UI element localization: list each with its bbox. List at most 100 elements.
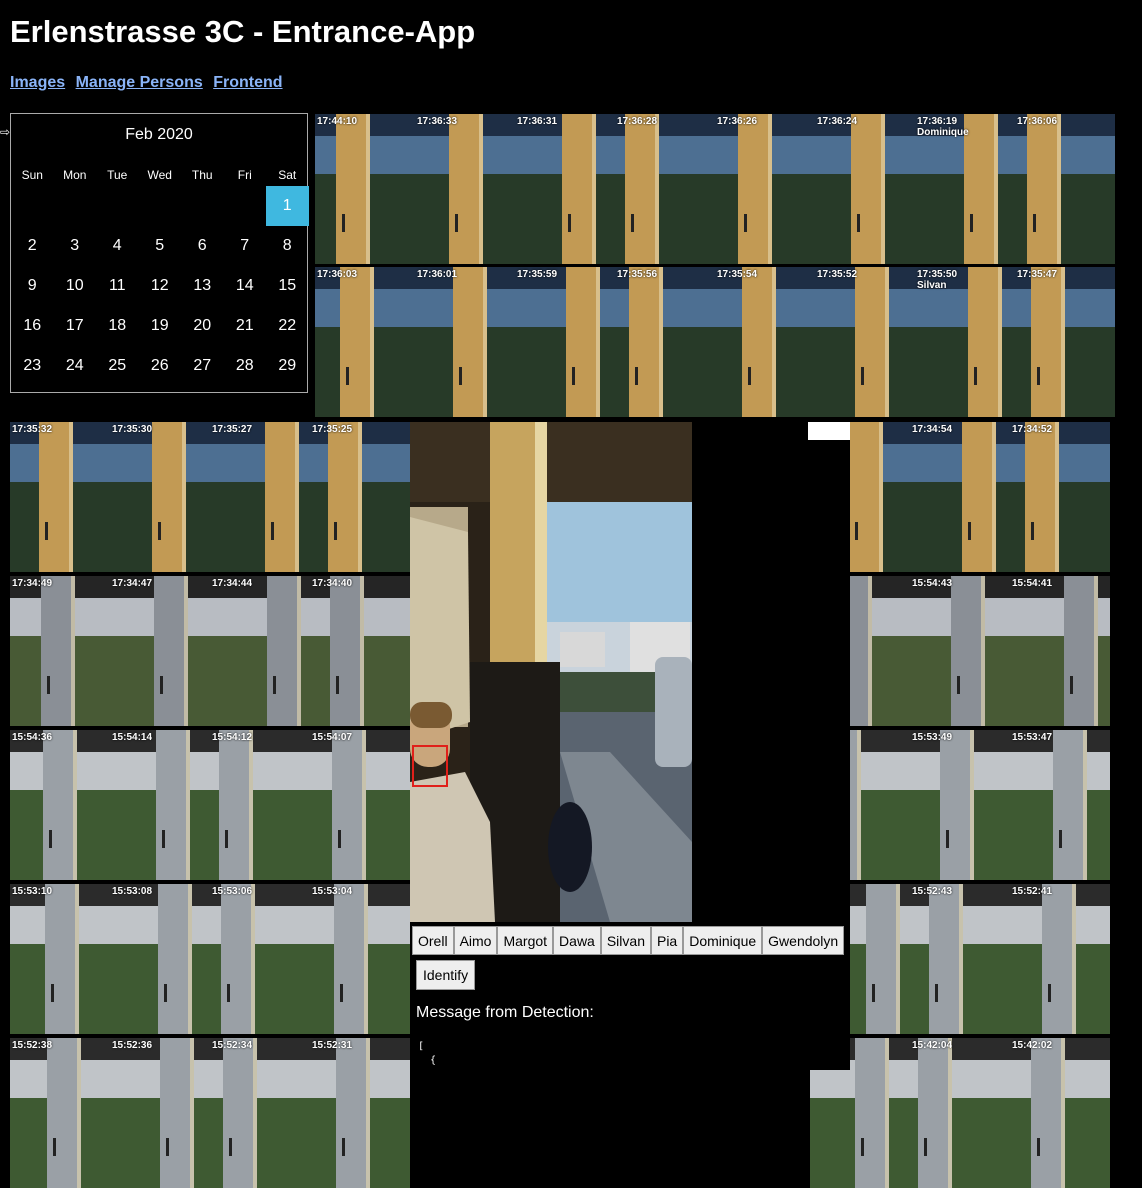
image-thumbnail[interactable]: 17:34:40	[310, 576, 410, 726]
image-thumbnail[interactable]: 17:35:59	[515, 267, 615, 417]
calendar-day[interactable]: 20	[181, 306, 224, 346]
calendar-day[interactable]: 13	[181, 266, 224, 306]
image-thumbnail[interactable]: 17:35:47	[1015, 267, 1115, 417]
image-thumbnail[interactable]: 17:34:47	[110, 576, 210, 726]
calendar-day[interactable]: 21	[224, 306, 267, 346]
calendar-day[interactable]: 16	[11, 306, 54, 346]
image-thumbnail[interactable]: 17:36:24	[815, 114, 915, 264]
image-thumbnail[interactable]: 17:36:28	[615, 114, 715, 264]
calendar-day[interactable]: 4	[96, 226, 139, 266]
image-thumbnail[interactable]: 17:36:33	[415, 114, 515, 264]
calendar-empty-cell	[181, 186, 224, 226]
calendar-day[interactable]: 22	[266, 306, 309, 346]
image-thumbnail[interactable]: 17:36:31	[515, 114, 615, 264]
image-thumbnail[interactable]: 15:53:47	[1010, 730, 1110, 880]
calendar-day[interactable]: 25	[96, 346, 139, 386]
image-thumbnail[interactable]: 15:54:41	[1010, 576, 1110, 726]
image-thumbnail[interactable]: 15:52:34	[210, 1038, 310, 1188]
thumbnail-photo	[715, 267, 815, 417]
thumbnail-timestamp: 15:54:07	[312, 732, 353, 743]
calendar-day[interactable]: 24	[54, 346, 97, 386]
calendar-day[interactable]: 19	[139, 306, 182, 346]
calendar-day[interactable]: 7	[224, 226, 267, 266]
calendar-day[interactable]: 6	[181, 226, 224, 266]
image-thumbnail[interactable]: 17:36:03	[315, 267, 415, 417]
person-button-pia[interactable]: Pia	[650, 926, 684, 955]
image-thumbnail[interactable]: 17:35:50 Silvan	[915, 267, 1015, 417]
image-thumbnail[interactable]: 15:52:31	[310, 1038, 410, 1188]
image-thumbnail[interactable]: 17:34:44	[210, 576, 310, 726]
nav-link-images[interactable]: Images	[10, 74, 65, 91]
calendar-day[interactable]: 14	[224, 266, 267, 306]
nav-link-manage-persons[interactable]: Manage Persons	[76, 74, 203, 91]
image-thumbnail[interactable]: 15:53:06	[210, 884, 310, 1034]
image-thumbnail[interactable]: 15:53:10	[10, 884, 110, 1034]
image-thumbnail[interactable]: 15:53:49	[910, 730, 1010, 880]
image-thumbnail[interactable]: 17:36:19 Dominique	[915, 114, 1015, 264]
person-button-gwendolyn[interactable]: Gwendolyn	[762, 926, 845, 955]
calendar-day[interactable]: 29	[266, 346, 309, 386]
calendar-day[interactable]: 23	[11, 346, 54, 386]
thumbnail-timestamp: 17:36:24	[817, 116, 858, 127]
thumbnail-photo	[415, 114, 515, 264]
image-thumbnail[interactable]: 15:54:43	[910, 576, 1010, 726]
person-button-aimo[interactable]: Aimo	[453, 926, 498, 955]
thumbnail-photo	[910, 730, 1010, 880]
calendar-day[interactable]: 8	[266, 226, 309, 266]
calendar-day[interactable]: 27	[181, 346, 224, 386]
calendar-day[interactable]: 28	[224, 346, 267, 386]
calendar-day[interactable]: 17	[54, 306, 97, 346]
image-thumbnail[interactable]: 15:42:02	[1010, 1038, 1110, 1188]
thumbnail-timestamp: 17:36:33	[417, 116, 458, 127]
image-thumbnail[interactable]: 17:36:01	[415, 267, 515, 417]
calendar-day[interactable]: 5	[139, 226, 182, 266]
image-thumbnail[interactable]: 17:44:10	[315, 114, 415, 264]
image-thumbnail[interactable]: 15:54:07	[310, 730, 410, 880]
image-thumbnail[interactable]: 15:52:38	[10, 1038, 110, 1188]
image-thumbnail[interactable]: 15:54:12	[210, 730, 310, 880]
calendar-day[interactable]: 11	[96, 266, 139, 306]
image-thumbnail[interactable]: 15:54:36	[10, 730, 110, 880]
image-thumbnail[interactable]: 17:36:26	[715, 114, 815, 264]
thumbnail-photo	[1010, 730, 1110, 880]
person-button-silvan[interactable]: Silvan	[600, 926, 651, 955]
image-thumbnail[interactable]: 15:54:14	[110, 730, 210, 880]
calendar-day[interactable]: 3	[54, 226, 97, 266]
nav-link-frontend[interactable]: Frontend	[213, 74, 282, 91]
image-thumbnail[interactable]: 15:42:04	[910, 1038, 1010, 1188]
image-thumbnail[interactable]: 17:35:30	[110, 422, 210, 572]
person-button-orell[interactable]: Orell	[412, 926, 454, 955]
thumbnail-photo	[1010, 422, 1110, 572]
person-button-dominique[interactable]: Dominique	[683, 926, 763, 955]
calendar-day[interactable]: 2	[11, 226, 54, 266]
image-thumbnail[interactable]: 17:35:27	[210, 422, 310, 572]
image-thumbnail[interactable]: 17:35:56	[615, 267, 715, 417]
image-thumbnail[interactable]: 17:35:54	[715, 267, 815, 417]
calendar-day[interactable]: 1	[266, 186, 309, 226]
calendar-day[interactable]: 12	[139, 266, 182, 306]
image-thumbnail[interactable]: 17:34:49	[10, 576, 110, 726]
thumbnail-timestamp: 15:52:34	[212, 1040, 253, 1051]
image-thumbnail[interactable]: 17:36:06	[1015, 114, 1115, 264]
calendar-day[interactable]: 26	[139, 346, 182, 386]
image-thumbnail[interactable]: 15:52:36	[110, 1038, 210, 1188]
nav-links: Images Manage Persons Frontend	[10, 74, 289, 92]
image-thumbnail[interactable]: 17:34:54	[910, 422, 1010, 572]
image-thumbnail[interactable]: 17:35:25	[310, 422, 410, 572]
person-button-margot[interactable]: Margot	[497, 926, 554, 955]
image-thumbnail[interactable]: 17:35:32	[10, 422, 110, 572]
calendar-day[interactable]: 9	[11, 266, 54, 306]
identify-button[interactable]: Identify	[416, 960, 476, 990]
calendar-day[interactable]: 15	[266, 266, 309, 306]
calendar-day[interactable]: 18	[96, 306, 139, 346]
thumbnail-timestamp: 15:53:47	[1012, 732, 1053, 743]
calendar-grid: Sun Mon Tue Wed Thu Fri Sat 1 2 3 4 5 6 7 8 9 10 11 12 13 14…	[11, 164, 309, 386]
image-thumbnail[interactable]: 15:52:43	[910, 884, 1010, 1034]
image-thumbnail[interactable]: 15:52:41	[1010, 884, 1110, 1034]
calendar-day[interactable]: 10	[54, 266, 97, 306]
image-thumbnail[interactable]: 15:53:08	[110, 884, 210, 1034]
image-thumbnail[interactable]: 17:35:52	[815, 267, 915, 417]
image-thumbnail[interactable]: 17:34:52	[1010, 422, 1110, 572]
person-button-dawa[interactable]: Dawa	[553, 926, 601, 955]
image-thumbnail[interactable]: 15:53:04	[310, 884, 410, 1034]
